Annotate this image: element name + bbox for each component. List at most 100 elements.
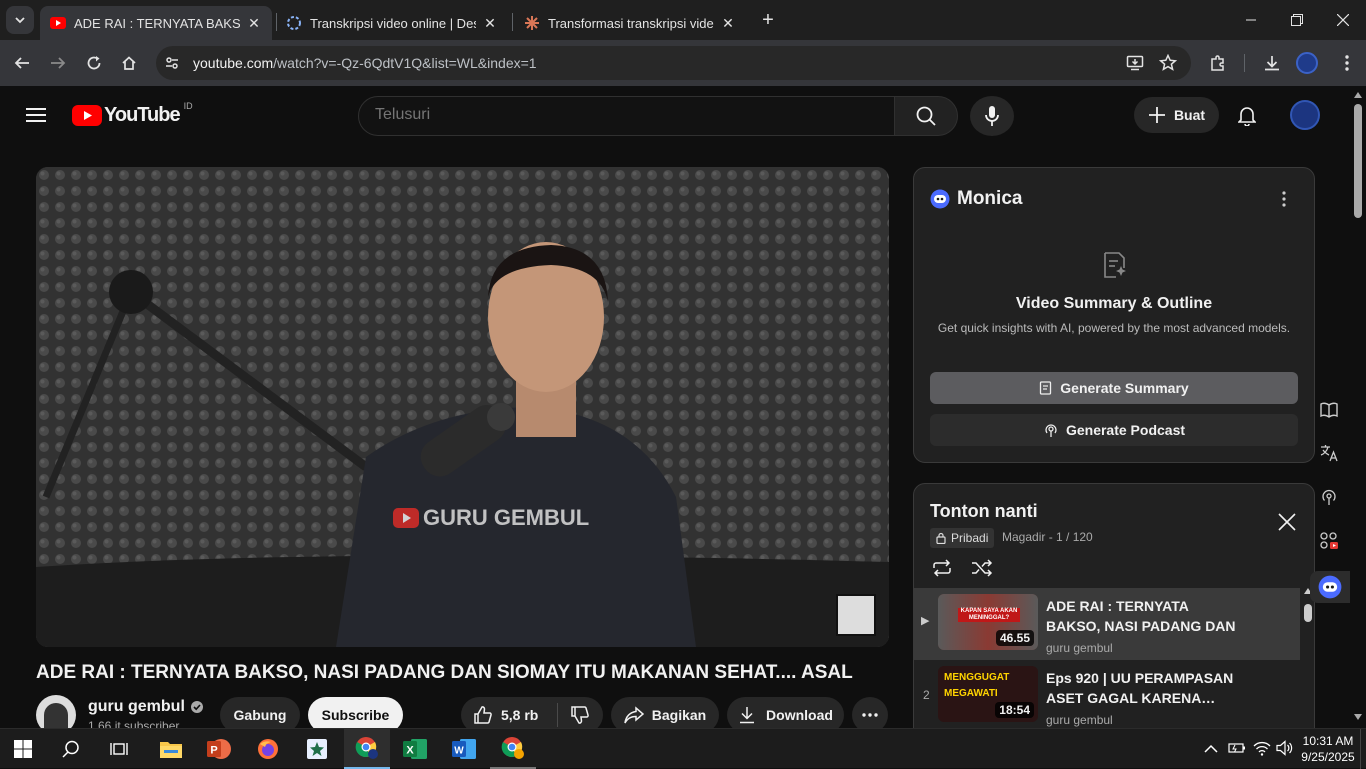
search-input[interactable] — [375, 106, 855, 124]
loop-button[interactable] — [930, 556, 954, 580]
close-window-button[interactable] — [1320, 0, 1366, 40]
windows-logo-icon — [14, 740, 32, 758]
speaker-icon — [1276, 740, 1293, 756]
task-view-button[interactable] — [96, 729, 142, 769]
restore-button[interactable] — [1274, 0, 1320, 40]
url-path: /watch?v=-Qz-6QdtV1Q&list=WL&index=1 — [273, 55, 537, 71]
tab-search-button[interactable] — [6, 6, 34, 34]
powerpoint-icon: P — [207, 739, 231, 759]
reload-button[interactable] — [79, 48, 109, 78]
tab-desgra[interactable]: Transkripsi video online | Desgra ✕ — [276, 6, 508, 40]
close-playlist-button[interactable] — [1276, 511, 1298, 533]
generate-podcast-label: Generate Podcast — [1065, 422, 1186, 438]
new-tab-button[interactable]: + — [756, 8, 780, 32]
chrome-menu-button[interactable] — [1332, 48, 1362, 78]
reader-mode-button[interactable] — [1316, 397, 1342, 423]
file-explorer-app[interactable] — [148, 729, 194, 769]
download-icon — [1265, 56, 1279, 71]
firefox-app[interactable] — [245, 729, 291, 769]
notifications-button[interactable] — [1232, 101, 1262, 131]
tab-transformasi[interactable]: Transformasi transkripsi video menjadi ✕ — [514, 6, 746, 40]
page-scrollbar[interactable] — [1350, 86, 1366, 728]
playlist-scrollbar[interactable] — [1304, 588, 1312, 728]
guide-menu-button[interactable] — [22, 101, 50, 129]
close-tab-icon[interactable]: ✕ — [482, 15, 498, 32]
search-button[interactable] — [894, 96, 958, 136]
subscribe-label: Subscribe — [321, 707, 390, 723]
address-bar[interactable]: youtube.com/watch?v=-Qz-6QdtV1Q&list=WL&… — [156, 46, 1191, 80]
channel-watermark: GURU GEMBUL — [393, 505, 589, 531]
clock-date: 9/25/2025 — [1301, 750, 1355, 764]
volume-tray-icon[interactable] — [1276, 740, 1294, 761]
tab-youtube[interactable]: ADE RAI : TERNYATA BAKSO, NASI PADANG DA… — [40, 6, 272, 40]
video-duration: 46.55 — [995, 630, 1034, 646]
microphone-icon — [985, 106, 999, 126]
generic-app[interactable] — [294, 729, 340, 769]
download-icon — [740, 707, 755, 724]
home-button[interactable] — [114, 48, 144, 78]
network-tray-icon[interactable] — [1253, 740, 1271, 761]
battery-tray-icon[interactable] — [1228, 741, 1246, 760]
show-desktop-button[interactable] — [1360, 729, 1366, 769]
playlist-title[interactable]: Tonton nanti — [930, 501, 1038, 522]
extensions-button[interactable] — [1203, 48, 1233, 78]
playlist-item-title: Eps 920 | UU PERAMPASAN ASET GAGAL KAREN… — [1046, 670, 1234, 706]
monica-side-button[interactable] — [1310, 571, 1350, 603]
start-button[interactable] — [0, 729, 46, 769]
chrome-app-active[interactable] — [344, 729, 390, 769]
summary-icon — [1040, 381, 1052, 395]
document-sparkle-icon — [1102, 251, 1128, 284]
chrome-profile-app[interactable] — [490, 729, 536, 769]
podcast-side-button[interactable] — [1316, 484, 1342, 510]
shuffle-button[interactable] — [970, 556, 994, 580]
forward-button[interactable] — [43, 48, 73, 78]
close-icon — [1337, 14, 1349, 26]
generate-summary-button[interactable]: Generate Summary — [930, 372, 1298, 404]
lock-icon — [936, 532, 946, 544]
monica-menu-button[interactable] — [1276, 190, 1292, 208]
search-box[interactable] — [358, 96, 895, 136]
close-icon — [1278, 513, 1296, 531]
excel-app[interactable]: X — [392, 729, 438, 769]
apps-side-button[interactable] — [1316, 528, 1342, 554]
channel-branding-badge[interactable] — [836, 594, 876, 636]
clock-time: 10:31 AM — [1302, 734, 1354, 748]
word-app[interactable]: W — [441, 729, 487, 769]
youtube-logo[interactable]: YouTube ID — [72, 101, 193, 127]
account-avatar[interactable] — [1290, 100, 1320, 130]
minimize-button[interactable] — [1228, 0, 1274, 40]
video-player[interactable]: GURU GEMBUL — [36, 167, 889, 647]
clock[interactable]: 10:31 AM 9/25/2025 — [1300, 733, 1356, 765]
profile-button[interactable] — [1292, 48, 1322, 78]
channel-name[interactable]: guru gembul — [88, 698, 204, 716]
site-info-icon[interactable] — [164, 55, 180, 76]
book-icon — [1320, 402, 1338, 418]
monica-panel: Monica Video Summary & Outline Get quick… — [913, 167, 1315, 463]
back-button[interactable] — [7, 48, 37, 78]
video-duration: 18:54 — [995, 702, 1034, 718]
monica-heading: Video Summary & Outline — [1015, 295, 1213, 312]
downloads-button[interactable] — [1257, 48, 1287, 78]
tab-strip: ADE RAI : TERNYATA BAKSO, NASI PADANG DA… — [0, 0, 1366, 40]
avatar — [1296, 52, 1318, 74]
create-label: Buat — [1173, 107, 1206, 123]
taskbar-search-button[interactable] — [48, 729, 94, 769]
svg-text:X: X — [406, 745, 414, 757]
wifi-icon — [1253, 741, 1271, 756]
translate-button[interactable] — [1316, 440, 1342, 466]
playlist-item[interactable]: 2 MENGGUGAT MEGAWATI 18:54 Eps 920 | UU … — [914, 660, 1300, 732]
show-hidden-icons-button[interactable] — [1204, 741, 1218, 759]
url-host: youtube.com — [193, 55, 274, 71]
close-tab-icon[interactable]: ✕ — [720, 15, 736, 32]
bookmark-star-icon[interactable] — [1158, 53, 1178, 77]
close-tab-icon[interactable]: ✕ — [246, 15, 262, 32]
voice-search-button[interactable] — [970, 96, 1014, 136]
install-app-icon[interactable] — [1126, 54, 1144, 77]
monica-header: Monica — [930, 188, 1022, 210]
powerpoint-app[interactable]: P — [196, 729, 242, 769]
create-button[interactable]: Buat — [1134, 97, 1219, 133]
plus-icon — [1148, 107, 1165, 123]
generate-podcast-button[interactable]: Generate Podcast — [930, 414, 1298, 446]
playlist-item[interactable]: ▶ KAPAN SAYA AKAN MENINGGAL? 46.55 ADE R… — [914, 588, 1300, 660]
excel-icon: X — [403, 739, 427, 759]
